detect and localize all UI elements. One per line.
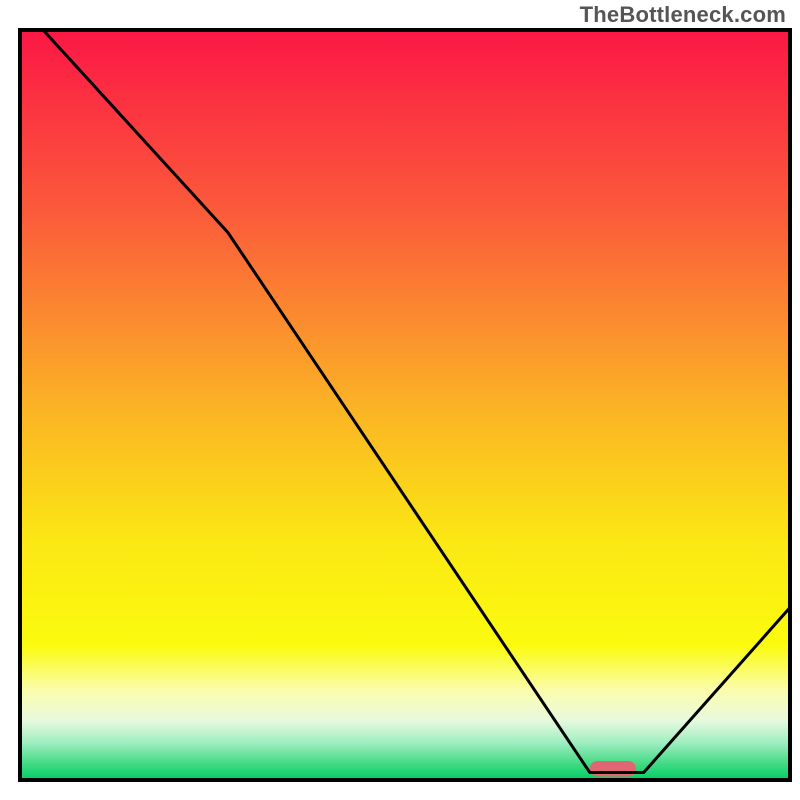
chart-svg bbox=[0, 0, 800, 800]
watermark-text: TheBottleneck.com bbox=[580, 2, 786, 28]
plot-area bbox=[20, 30, 790, 780]
optimal-range-marker bbox=[590, 761, 636, 777]
chart-container: TheBottleneck.com bbox=[0, 0, 800, 800]
chart-background bbox=[20, 30, 790, 780]
